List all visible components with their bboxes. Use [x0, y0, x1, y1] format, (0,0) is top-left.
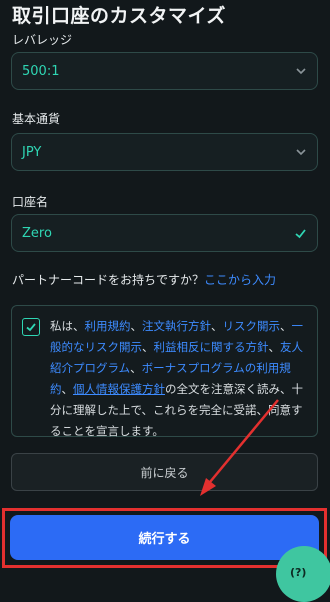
back-button[interactable]: 前に戻る — [11, 453, 318, 491]
continue-button[interactable]: 続行する — [10, 515, 319, 560]
account-name-value: Zero — [22, 225, 52, 241]
help-label: (?) — [290, 566, 307, 579]
terms-checkbox[interactable] — [22, 318, 40, 336]
terms-separator: 、 — [142, 340, 154, 354]
partner-code-question: パートナーコードをお持ちですか？ — [12, 273, 205, 287]
terms-agreement-box: 私は、利用規約、注文執行方針、リスク開示、一般的なリスク開示、利益相反に関する方… — [11, 305, 318, 438]
currency-select[interactable]: JPY — [11, 133, 318, 171]
terms-separator: 、 — [211, 319, 223, 333]
terms-separator: 、 — [130, 319, 143, 333]
terms-text: 私は、利用規約、注文執行方針、リスク開示、一般的なリスク開示、利益相反に関する方… — [50, 316, 309, 442]
partner-code-prompt: パートナーコードをお持ちですか？ここから入力 — [12, 271, 276, 288]
terms-separator: 、 — [61, 382, 74, 396]
privacy-policy-link[interactable]: 個人情報保護方針 — [73, 382, 165, 396]
terms-of-use-link[interactable]: 利用規約 — [85, 319, 131, 333]
check-icon — [294, 227, 307, 240]
conflict-of-interest-policy-link[interactable]: 利益相反に関する方針 — [154, 340, 269, 354]
terms-separator: 、 — [268, 340, 281, 354]
chevron-down-icon — [295, 65, 307, 77]
chevron-down-icon — [295, 146, 307, 158]
terms-separator: 、 — [130, 361, 142, 375]
leverage-label: レバレッジ — [12, 33, 73, 47]
order-execution-policy-link[interactable]: 注文執行方針 — [142, 319, 211, 333]
leverage-select[interactable]: 500:1 — [11, 52, 318, 90]
terms-text-part: 私は、 — [50, 319, 85, 333]
page-title: 取引口座のカスタマイズ — [12, 5, 226, 27]
partner-code-link[interactable]: ここから入力 — [204, 273, 276, 287]
risk-disclosure-link[interactable]: リスク開示 — [223, 319, 281, 333]
leverage-value: 500:1 — [22, 63, 60, 79]
currency-label: 基本通貨 — [12, 112, 61, 126]
check-icon — [26, 323, 36, 332]
terms-separator: 、 — [280, 319, 292, 333]
help-chat-button[interactable]: (?) — [276, 546, 330, 602]
account-name-input[interactable]: Zero — [11, 214, 318, 252]
account-name-label: 口座名 — [12, 195, 49, 209]
currency-value: JPY — [22, 144, 42, 160]
